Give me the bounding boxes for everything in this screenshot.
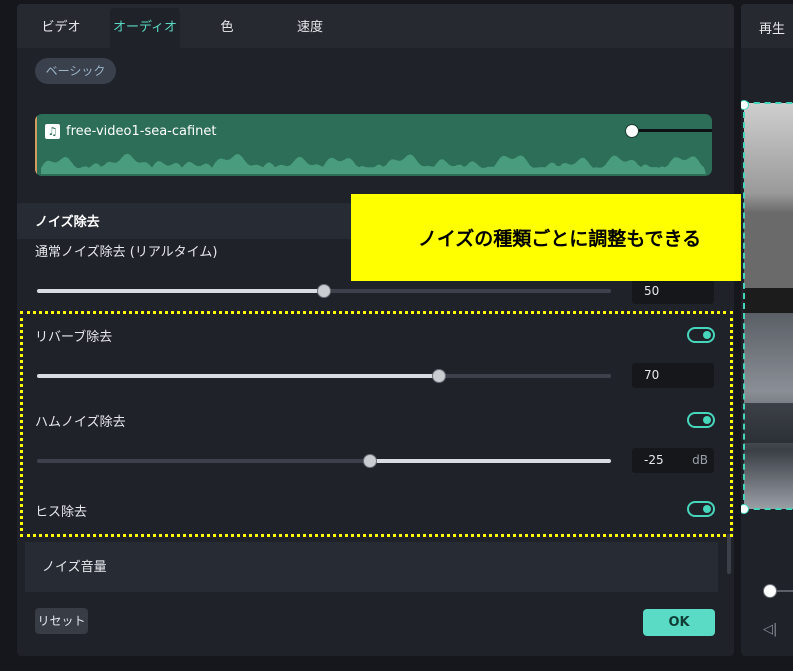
annotation-callout: ノイズの種類ごとに調整もできる	[351, 194, 768, 281]
clip-volume-track[interactable]	[631, 129, 712, 132]
clip-volume-knob[interactable]	[625, 124, 639, 138]
scrollbar[interactable]	[727, 534, 731, 574]
normal-denoise-knob[interactable]	[317, 284, 331, 298]
audio-waveform	[41, 153, 706, 174]
clip-edge-marker	[35, 114, 37, 176]
bottom-strip	[0, 660, 793, 671]
noise-removal-title: ノイズ除去	[35, 215, 100, 230]
tab-speed[interactable]: 速度	[277, 8, 343, 48]
normal-denoise-label: 通常ノイズ除去 (リアルタイム)	[35, 245, 218, 260]
tab-bar: ビデオ オーディオ 色 速度	[17, 4, 734, 48]
resize-handle-bottom[interactable]	[741, 504, 749, 514]
reset-button[interactable]: リセット	[35, 608, 88, 634]
noise-volume-label: ノイズ音量	[42, 560, 107, 575]
highlight-frame	[20, 311, 733, 537]
playback-knob[interactable]	[763, 584, 777, 598]
ok-button[interactable]: OK	[643, 609, 715, 636]
tab-audio[interactable]: オーディオ	[110, 8, 180, 48]
normal-denoise-value-text: 50	[644, 284, 660, 298]
basic-button[interactable]: ベーシック	[35, 58, 116, 84]
annotation-text: ノイズの種類ごとに調整もできる	[417, 228, 702, 250]
panel-footer	[17, 592, 734, 656]
preview-panel: 再生 ◁|	[741, 4, 793, 656]
noise-volume-header[interactable]	[25, 542, 718, 592]
music-note-icon: ♫	[45, 124, 60, 139]
tab-color[interactable]: 色	[197, 8, 257, 48]
audio-clip[interactable]: ♫ free-video1-sea-cafinet	[35, 114, 712, 176]
tab-video[interactable]: ビデオ	[25, 8, 97, 48]
preview-selection-frame[interactable]	[743, 102, 793, 510]
clip-name: free-video1-sea-cafinet	[66, 124, 217, 139]
previous-frame-icon[interactable]: ◁|	[763, 622, 777, 637]
normal-denoise-value[interactable]: 50	[632, 279, 714, 304]
normal-denoise-fill	[37, 289, 324, 293]
preview-title: 再生	[759, 22, 786, 37]
